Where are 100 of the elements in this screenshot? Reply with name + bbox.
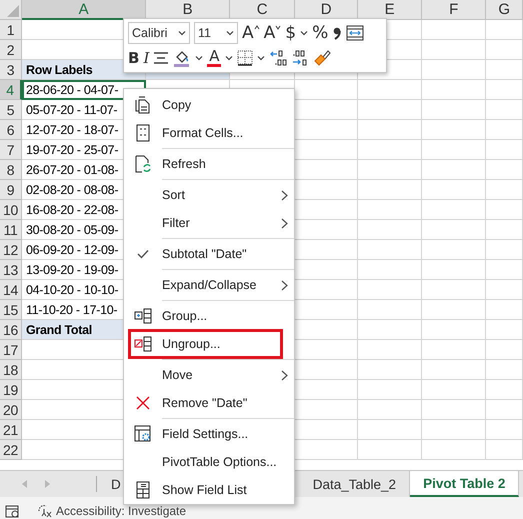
row-header[interactable]: 17 bbox=[0, 340, 22, 360]
table-cell bbox=[358, 420, 422, 440]
increase-font-size-button[interactable]: A bbox=[242, 24, 260, 42]
table-cell bbox=[358, 340, 422, 360]
wrap-text-icon[interactable] bbox=[346, 25, 364, 41]
table-cell bbox=[486, 280, 523, 300]
macro-record-icon[interactable] bbox=[5, 505, 20, 518]
field-list-icon bbox=[136, 481, 150, 499]
format-painter-icon[interactable] bbox=[313, 49, 332, 67]
group-icon bbox=[134, 308, 152, 324]
menu-item[interactable]: Copy bbox=[162, 98, 274, 112]
menu-item[interactable]: Field Settings... bbox=[162, 427, 274, 441]
accessibility-icon[interactable] bbox=[37, 504, 52, 518]
sheet-tab[interactable]: D bbox=[107, 471, 123, 497]
font-size: 11 bbox=[198, 26, 211, 40]
column-header[interactable]: G bbox=[486, 0, 523, 20]
row-header[interactable]: 9 bbox=[0, 180, 22, 200]
row-header[interactable]: 12 bbox=[0, 240, 22, 260]
caret-icon[interactable] bbox=[226, 30, 234, 36]
column-header[interactable]: D bbox=[295, 0, 358, 20]
accessibility-status[interactable]: Accessibility: Investigate bbox=[56, 504, 186, 518]
column-header[interactable]: A bbox=[22, 0, 146, 20]
sheet-tab[interactable]: Pivot Table 2 bbox=[410, 471, 520, 497]
table-cell bbox=[358, 120, 422, 140]
decrease-font-size-button[interactable]: A bbox=[264, 24, 282, 42]
table-cell bbox=[422, 180, 486, 200]
menu-item[interactable]: Ungroup... bbox=[162, 337, 274, 351]
fill-color-icon[interactable] bbox=[173, 49, 192, 67]
table-cell bbox=[422, 200, 486, 220]
font-name-dropdown[interactable]: Calibri bbox=[128, 22, 190, 44]
refresh-icon bbox=[135, 155, 151, 173]
table-cell bbox=[422, 80, 486, 100]
font-size-dropdown[interactable]: 11 bbox=[194, 22, 238, 44]
row-header[interactable]: 13 bbox=[0, 260, 22, 280]
row-header[interactable]: 20 bbox=[0, 400, 22, 420]
table-cell bbox=[486, 220, 523, 240]
decrease-decimal-icon[interactable] bbox=[291, 49, 310, 67]
borders-icon[interactable] bbox=[237, 50, 254, 66]
caret-icon[interactable] bbox=[195, 55, 204, 61]
caret-icon[interactable] bbox=[257, 55, 266, 61]
row-header[interactable]: 10 bbox=[0, 200, 22, 220]
table-cell bbox=[486, 100, 523, 120]
column-header[interactable]: C bbox=[230, 0, 295, 20]
table-cell bbox=[358, 300, 422, 320]
row-header[interactable]: 5 bbox=[0, 100, 22, 120]
row-header[interactable]: 22 bbox=[0, 440, 22, 460]
column-header[interactable]: B bbox=[146, 0, 230, 20]
row-header[interactable]: 8 bbox=[0, 160, 22, 180]
table-cell bbox=[486, 320, 523, 340]
table-cell bbox=[486, 300, 523, 320]
table-cell bbox=[486, 420, 523, 440]
table-cell bbox=[486, 440, 523, 460]
font-color-button[interactable]: A bbox=[207, 49, 222, 67]
caret-icon[interactable] bbox=[300, 30, 308, 36]
row-header[interactable]: 11 bbox=[0, 220, 22, 240]
increase-decimal-icon[interactable] bbox=[269, 49, 288, 67]
menu-item[interactable]: Group... bbox=[162, 309, 274, 323]
table-cell bbox=[358, 220, 422, 240]
row-header[interactable]: 1 bbox=[0, 20, 22, 40]
align-center-icon[interactable] bbox=[153, 51, 170, 65]
column-header[interactable]: E bbox=[358, 0, 422, 20]
table-cell bbox=[358, 280, 422, 300]
menu-item[interactable]: Expand/Collapse bbox=[162, 278, 274, 292]
row-header[interactable]: 16 bbox=[0, 320, 22, 340]
menu-item[interactable]: Refresh bbox=[162, 157, 274, 171]
row-header[interactable]: 15 bbox=[0, 300, 22, 320]
format-button[interactable]: $ bbox=[285, 24, 296, 42]
table-cell bbox=[422, 440, 486, 460]
menu-item[interactable]: Subtotal "Date" bbox=[162, 247, 274, 261]
format-button[interactable]: % bbox=[312, 24, 328, 42]
menu-item[interactable]: PivotTable Options... bbox=[162, 455, 277, 469]
format-cells-icon bbox=[136, 124, 150, 142]
column-header[interactable]: F bbox=[422, 0, 486, 20]
table-cell bbox=[422, 240, 486, 260]
row-header[interactable]: 21 bbox=[0, 420, 22, 440]
caret-icon[interactable] bbox=[178, 30, 186, 36]
italic-button[interactable]: I bbox=[143, 50, 150, 66]
field-settings-icon bbox=[134, 425, 152, 443]
table-cell bbox=[486, 200, 523, 220]
table-cell bbox=[422, 320, 486, 340]
row-header[interactable]: 19 bbox=[0, 380, 22, 400]
menu-item[interactable]: Filter bbox=[162, 216, 274, 230]
menu-item[interactable]: Show Field List bbox=[162, 483, 274, 497]
row-header[interactable]: 18 bbox=[0, 360, 22, 380]
table-cell bbox=[422, 100, 486, 120]
table-cell bbox=[486, 180, 523, 200]
row-header[interactable]: 3 bbox=[0, 60, 22, 80]
row-header[interactable]: 14 bbox=[0, 280, 22, 300]
menu-item[interactable]: Format Cells... bbox=[162, 126, 274, 140]
row-header[interactable]: 7 bbox=[0, 140, 22, 160]
row-header[interactable]: 6 bbox=[0, 120, 22, 140]
table-cell bbox=[422, 280, 486, 300]
caret-icon[interactable] bbox=[225, 55, 234, 61]
menu-item[interactable]: Sort bbox=[162, 188, 274, 202]
menu-item[interactable]: Remove "Date" bbox=[162, 396, 274, 410]
comma-style-icon[interactable] bbox=[332, 25, 342, 41]
row-header[interactable]: 4 bbox=[0, 80, 22, 100]
row-header[interactable]: 2 bbox=[0, 40, 22, 60]
menu-item[interactable]: Move bbox=[162, 368, 274, 382]
table-cell bbox=[358, 140, 422, 160]
